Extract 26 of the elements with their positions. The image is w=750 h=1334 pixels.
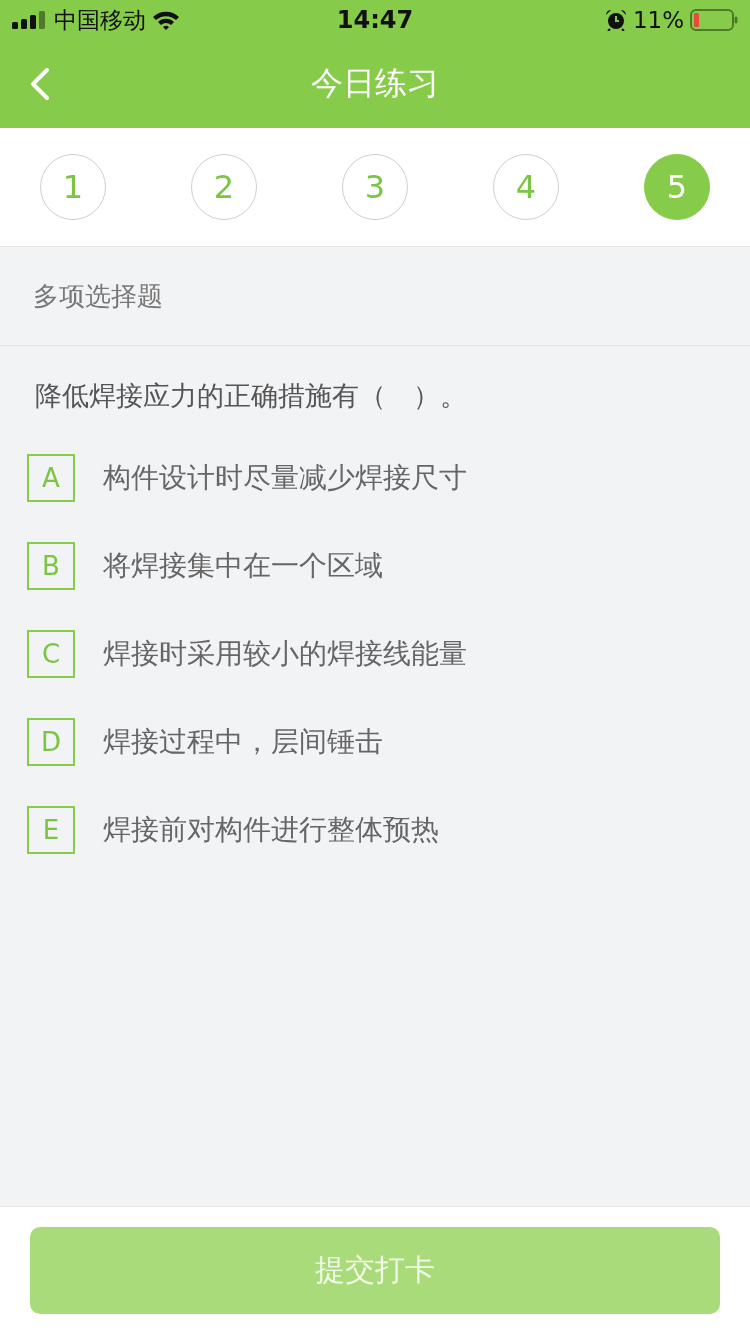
question-number-button[interactable]: 5	[644, 154, 710, 220]
back-button[interactable]	[28, 67, 52, 101]
question-number-button[interactable]: 3	[342, 154, 408, 220]
page-title: 今日练习	[311, 63, 439, 104]
alarm-clock-icon	[604, 9, 627, 31]
option-text[interactable]: 焊接过程中，层间锤击	[103, 723, 383, 761]
option-text[interactable]: 将焊接集中在一个区域	[103, 547, 383, 585]
option-text[interactable]: 焊接时采用较小的焊接线能量	[103, 635, 467, 673]
question-number-button[interactable]: 1	[40, 154, 106, 220]
question-type-label: 多项选择题	[33, 279, 163, 313]
signal-icon	[12, 11, 48, 29]
battery-icon	[690, 9, 738, 31]
option-letter-box[interactable]: D	[27, 718, 75, 766]
option-letter-box[interactable]: B	[27, 542, 75, 590]
battery-percent: 11%	[632, 7, 684, 33]
question-number-button[interactable]: 4	[493, 154, 559, 220]
question-text: 降低焊接应力的正确措施有（ ）。	[34, 379, 468, 413]
option-letter-box[interactable]: A	[27, 454, 75, 502]
option-letter-box[interactable]: C	[27, 630, 75, 678]
wifi-icon	[152, 10, 180, 30]
option-text[interactable]: 构件设计时尽量减少焊接尺寸	[103, 459, 467, 497]
option-text[interactable]: 焊接前对构件进行整体预热	[103, 811, 439, 849]
carrier-name: 中国移动	[54, 5, 146, 35]
option-letter-box[interactable]: E	[27, 806, 75, 854]
status-time: 14:47	[336, 6, 414, 34]
question-number-button[interactable]: 2	[191, 154, 257, 220]
